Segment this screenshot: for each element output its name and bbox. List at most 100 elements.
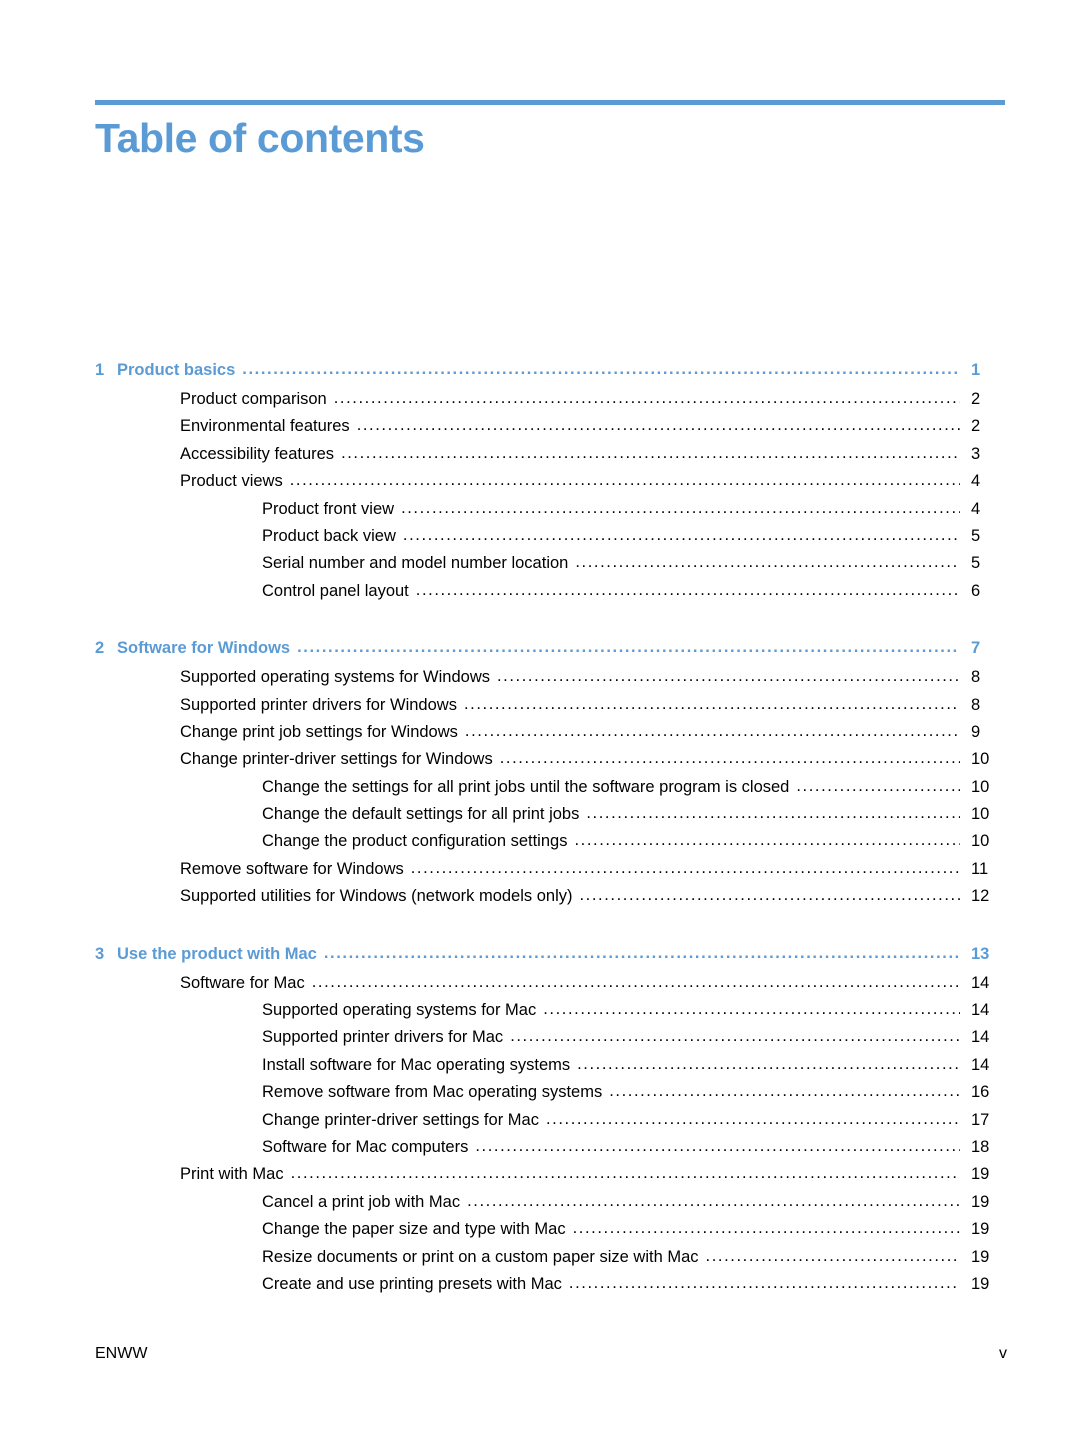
toc-leader-dots [297, 639, 960, 656]
toc-leader-dots [577, 1056, 960, 1073]
toc-page-number: 11 [971, 859, 989, 878]
toc-entry-level-1[interactable]: Software for Mac 14 [95, 975, 1007, 1002]
toc-entry-level-2[interactable]: Create and use printing presets with Mac… [95, 1276, 1007, 1303]
toc-leader-dots [334, 390, 960, 407]
toc-leader-dots [341, 445, 960, 462]
toc-leader-dots [543, 1001, 960, 1018]
toc-entry-title: Serial number and model number location [262, 554, 569, 573]
toc-leader-dots [242, 361, 960, 378]
toc-entry-title: Supported printer drivers for Mac [262, 1028, 504, 1047]
toc-page-number: 9 [971, 722, 981, 741]
toc-entry-title: Accessibility features [180, 444, 335, 463]
toc-leader-dots [580, 887, 961, 904]
toc-leader-dots [573, 1220, 960, 1237]
toc-entry-level-2[interactable]: Control panel layout 6 [95, 583, 1007, 610]
toc-entry-level-1[interactable]: Remove software for Windows 11 [95, 861, 1007, 888]
toc-entry-level-1[interactable]: Supported operating systems for Windows 8 [95, 669, 1007, 696]
toc-chapter-title: Software for Windows [117, 639, 291, 658]
toc-page-number: 5 [971, 554, 981, 573]
toc-entry-level-2[interactable]: Cancel a print job with Mac 19 [95, 1194, 1007, 1221]
toc-page-number: 1 [971, 361, 981, 379]
toc-page-number: 19 [971, 1192, 990, 1211]
toc-entry-level-2[interactable]: Supported operating systems for Mac 14 [95, 1002, 1007, 1029]
toc-entry-level-2[interactable]: Product back view 5 [95, 528, 1007, 555]
toc-leader-dots [324, 945, 960, 962]
toc-leader-dots [569, 1275, 960, 1292]
toc-entry-level-1[interactable]: Supported printer drivers for Windows 8 [95, 697, 1007, 724]
toc-entry-title: Change printer-driver settings for Mac [262, 1110, 539, 1129]
toc-entry-title: Change the product configuration setting… [262, 832, 568, 851]
toc-entry-level-1[interactable]: Environmental features 2 [95, 418, 1007, 445]
toc-entry-level-1[interactable]: Product views 4 [95, 473, 1007, 500]
toc-entry-title: Supported utilities for Windows (network… [180, 887, 573, 906]
toc-entry-level-2[interactable]: Change the paper size and type with Mac 1… [95, 1221, 1007, 1248]
toc-entry-title: Resize documents or print on a custom pa… [262, 1247, 699, 1266]
toc-entry-level-2[interactable]: Change the default settings for all prin… [95, 806, 1007, 833]
toc-entry-level-1[interactable]: Product comparison 2 [95, 391, 1007, 418]
toc-leader-dots [312, 974, 960, 991]
toc-entry-level-2[interactable]: Software for Mac computers 18 [95, 1139, 1007, 1166]
toc-entry-level-1[interactable]: Change printer-driver settings for Windo… [95, 751, 1007, 778]
toc-page-number: 18 [971, 1137, 990, 1156]
toc-chapter-title: Product basics [117, 361, 236, 379]
toc-chapter-entry[interactable]: 1 Product basics 1 [95, 362, 1007, 391]
toc-page-number: 17 [971, 1110, 990, 1129]
toc-page-number: 2 [971, 390, 981, 408]
toc-entry-level-2[interactable]: Supported printer drivers for Mac 14 [95, 1029, 1007, 1056]
toc-entry-level-2[interactable]: Remove software from Mac operating syste… [95, 1084, 1007, 1111]
table-of-contents: 1Product basics1Product comparison2Envir… [95, 362, 1007, 1303]
toc-entry-title: Product comparison [180, 390, 327, 408]
toc-entry-title: Remove software from Mac operating syste… [262, 1083, 603, 1102]
toc-chapter-group: 2 Software for Windows 7 Supported operatin… [95, 640, 1007, 916]
toc-entry-level-2[interactable]: Serial number and model number location 5 [95, 555, 1007, 582]
toc-entry-title: Change the default settings for all prin… [262, 805, 580, 824]
toc-leader-dots [416, 582, 960, 599]
toc-entry-title: Cancel a print job with Mac [262, 1192, 461, 1211]
toc-entry-level-2[interactable]: Product front view 4 [95, 501, 1007, 528]
toc-leader-dots [546, 1111, 960, 1128]
toc-entry-level-2[interactable]: Change printer-driver settings for Mac 17 [95, 1112, 1007, 1139]
toc-page-number: 10 [971, 777, 990, 796]
toc-entry-level-1[interactable]: Print with Mac 19 [95, 1166, 1007, 1193]
toc-page-number: 19 [971, 1247, 990, 1266]
toc-entry-level-2[interactable]: Install software for Mac operating syste… [95, 1057, 1007, 1084]
toc-page-number: 14 [971, 973, 990, 992]
toc-page-number: 6 [971, 581, 981, 600]
toc-page-number: 4 [971, 472, 981, 491]
toc-chapter-entry[interactable]: 2 Software for Windows 7 [95, 640, 1007, 669]
toc-entry-title: Product back view [262, 526, 396, 545]
toc-entry-title: Software for Mac computers [262, 1137, 469, 1156]
toc-entry-level-1[interactable]: Accessibility features 3 [95, 446, 1007, 473]
toc-entry-level-1[interactable]: Change print job settings for Windows 9 [95, 724, 1007, 751]
toc-leader-dots [586, 805, 960, 822]
toc-leader-dots [467, 1193, 960, 1210]
toc-entry-title: Environmental features [180, 417, 350, 436]
toc-entry-title: Product views [180, 472, 283, 491]
toc-entry-title: Print with Mac [180, 1165, 284, 1184]
footer-page-number: v [999, 1345, 1007, 1362]
toc-chapter-entry[interactable]: 3 Use the product with Mac 13 [95, 946, 1007, 975]
toc-entry-title: Supported printer drivers for Windows [180, 695, 457, 714]
toc-page-number: 3 [971, 444, 981, 463]
toc-page: Table of contents 1 Product basics 1 Produc… [0, 0, 1080, 1437]
toc-entry-level-2[interactable]: Change the settings for all print jobs u… [95, 779, 1007, 806]
footer-locale-label: ENWW [95, 1345, 148, 1362]
toc-leader-dots [574, 832, 960, 849]
toc-entry-title: Supported operating systems for Mac [262, 1001, 537, 1020]
toc-page-number: 14 [971, 1001, 990, 1020]
toc-entry-level-2[interactable]: Resize documents or print on a custom pa… [95, 1249, 1007, 1276]
toc-leader-dots [401, 500, 960, 517]
toc-entry-title: Remove software for Windows [180, 859, 404, 878]
toc-chapter-number: 2 [95, 639, 105, 658]
toc-entry-title: Change the paper size and type with Mac [262, 1220, 566, 1239]
toc-entry-level-2[interactable]: Change the product configuration setting… [95, 833, 1007, 860]
toc-page-number: 4 [971, 499, 981, 518]
toc-entry-title: Change print job settings for Windows [180, 722, 458, 741]
toc-page-number: 12 [971, 887, 990, 906]
toc-leader-dots [403, 527, 960, 544]
toc-entry-level-1[interactable]: Supported utilities for Windows (network… [95, 888, 1007, 915]
toc-page-number: 14 [971, 1028, 990, 1047]
toc-page-number: 14 [971, 1055, 990, 1074]
toc-chapter-group: 3 Use the product with Mac 13 Software for … [95, 946, 1007, 1304]
toc-entry-title: Change the settings for all print jobs u… [262, 777, 790, 796]
